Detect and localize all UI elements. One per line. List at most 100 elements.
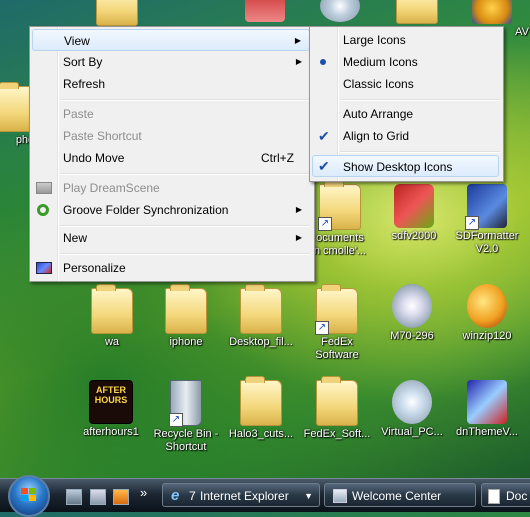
submenu-arrow-icon: ▶ [295, 57, 302, 66]
menu-item-personalize[interactable]: Personalize [32, 257, 310, 279]
folder-icon [240, 284, 282, 334]
chevron-down-icon: ▼ [304, 491, 313, 501]
desktop-icon-label: Virtual_PC... [381, 426, 443, 438]
media-player-icon[interactable] [113, 489, 129, 505]
menu-separator [60, 173, 310, 175]
desktop-icon-top-3[interactable] [303, 0, 377, 24]
av-app-icon [472, 0, 512, 24]
folder-icon [396, 0, 438, 24]
desktop-icon-fedex-software[interactable]: ↗ FedEx Software [300, 284, 374, 362]
switch-windows-icon[interactable] [90, 489, 106, 505]
desktop-icon-desktop-files[interactable]: Desktop_fil... [224, 284, 298, 349]
menu-item-groove-folder-sync[interactable]: Groove Folder Synchronization ▶ [32, 199, 310, 221]
folder-icon [316, 376, 358, 426]
desktop-icon-m70-296[interactable]: M70-296 [375, 284, 449, 343]
menu-item-label: New [63, 231, 88, 245]
menu-item-label: Groove Folder Synchronization [63, 203, 229, 217]
desktop-icon-afterhours1[interactable]: AFTER HOURS afterhours1 [74, 380, 148, 439]
menu-item-paste[interactable]: Paste [32, 103, 310, 125]
submenu-item-medium-icons[interactable]: Medium Icons [312, 51, 499, 73]
folder-icon [96, 0, 138, 26]
virtual-pc-disc-icon [392, 380, 432, 424]
show-desktop-icon[interactable] [66, 489, 82, 505]
taskbar-button-internet-explorer[interactable]: e 7 Internet Explorer ▼ [162, 483, 320, 507]
taskbar-button-label: Internet Explorer [200, 489, 289, 503]
desktop-icon-fedex-soft[interactable]: FedEx_Soft... [300, 376, 374, 441]
menu-item-sort-by[interactable]: Sort By ▶ [32, 51, 310, 73]
taskbar-button-label: Doc [506, 489, 528, 503]
menu-item-paste-shortcut[interactable]: Paste Shortcut [32, 125, 310, 147]
desktop-icon-label: iphone [169, 336, 203, 348]
submenu-arrow-icon: ▶ [294, 36, 301, 45]
dreamscene-icon [36, 182, 52, 194]
desktop-icon-label: wa [104, 336, 120, 348]
menu-item-new[interactable]: New ▶ [32, 227, 310, 249]
recycle-bin-icon: ↗ [169, 380, 202, 427]
menu-item-refresh[interactable]: Refresh [32, 73, 310, 95]
taskbar-button-label: Welcome Center [352, 489, 442, 503]
taskbar-button-doc[interactable]: Doc [481, 483, 530, 507]
menu-item-play-dreamscene[interactable]: Play DreamScene [32, 177, 310, 199]
afterhours-image-icon: AFTER HOURS [89, 380, 133, 424]
menu-separator [60, 253, 310, 255]
submenu-item-show-desktop-icons[interactable]: ✔ Show Desktop Icons [312, 155, 499, 177]
submenu-item-large-icons[interactable]: Large Icons [312, 29, 499, 51]
desktop-icon-halo3[interactable]: Halo3_cuts... [224, 376, 298, 441]
winzip-setup-icon [467, 284, 507, 328]
desktop-icon-virtual-pc[interactable]: Virtual_PC... [375, 380, 449, 439]
menu-item-undo-move[interactable]: Undo Move Ctrl+Z [32, 147, 310, 169]
desktop-icon-recycle-bin[interactable]: ↗ Recycle Bin - Shortcut [149, 380, 223, 454]
menu-item-label: Large Icons [343, 33, 406, 47]
desktop-icon-sdformatter[interactable]: ↗ SDFormatter V2.0 [450, 184, 524, 256]
submenu-item-classic-icons[interactable]: Classic Icons [312, 73, 499, 95]
folder-icon [91, 284, 133, 334]
desktop-icon-label: dnThemeV... [456, 426, 518, 438]
menu-item-label: Align to Grid [343, 129, 410, 143]
menu-item-label: Show Desktop Icons [343, 160, 453, 174]
desktop-icon-label: Desktop_fil... [229, 336, 293, 348]
submenu-arrow-icon: ▶ [295, 205, 302, 214]
windows-logo-icon [21, 488, 37, 502]
desktop-icon-label: FedEx_Soft... [303, 428, 371, 440]
menu-item-label: Play DreamScene [63, 181, 160, 195]
menu-item-view[interactable]: View ▶ [32, 29, 310, 51]
menu-item-label: Refresh [63, 77, 106, 91]
shortcut-arrow-icon: ↗ [169, 413, 183, 427]
m70-296-disc-icon [392, 284, 432, 328]
checkmark-icon: ✔ [318, 158, 330, 174]
dntheme-app-icon [467, 380, 507, 424]
menu-item-shortcut: Ctrl+Z [261, 151, 294, 165]
folder-icon [240, 376, 282, 426]
view-submenu: Large Icons Medium Icons Classic Icons A… [309, 26, 504, 182]
desktop-icon-iphone[interactable]: iphone [149, 284, 223, 349]
menu-separator [340, 99, 500, 101]
desktop-icon-label: Halo3_cuts... [228, 428, 294, 440]
shortcut-arrow-icon: ↗ [465, 216, 479, 230]
submenu-arrow-icon: ▶ [295, 233, 302, 242]
submenu-item-align-to-grid[interactable]: ✔ Align to Grid [312, 125, 499, 147]
desktop-icon-label: SDFormatter V2.0 [455, 230, 519, 255]
desktop-icon-label: winzip120 [462, 330, 512, 342]
desktop-icon-dnthemev[interactable]: dnThemeV... [450, 380, 524, 439]
desktop-icon-label: afterhours1 [83, 426, 139, 438]
taskbar-button-welcome-center[interactable]: Welcome Center [324, 483, 476, 507]
desktop-icon-top-4[interactable] [380, 0, 454, 26]
personalize-icon [36, 262, 52, 274]
sdformatter-app-icon: ↗ [465, 184, 507, 230]
menu-separator [60, 99, 310, 101]
folder-icon: ↗ [315, 284, 358, 335]
desktop-icon-winzip120[interactable]: winzip120 [450, 284, 524, 343]
menu-item-label: Paste Shortcut [63, 129, 142, 143]
desktop-icon-top-2[interactable] [228, 0, 302, 24]
menu-item-label: Paste [63, 107, 94, 121]
folder-icon [165, 284, 207, 334]
desktop-icon-sdfv2000[interactable]: sdfv2000 [377, 184, 451, 243]
menu-item-label: Medium Icons [343, 55, 418, 69]
menu-item-label: Personalize [63, 261, 126, 275]
desktop-icon-label: sdfv2000 [391, 230, 437, 242]
quick-launch-overflow-button[interactable]: » [140, 485, 147, 500]
desktop-icon-top-1[interactable] [80, 0, 154, 28]
disc-icon [320, 0, 360, 22]
desktop-icon-wa[interactable]: wa [75, 284, 149, 349]
submenu-item-auto-arrange[interactable]: Auto Arrange [312, 103, 499, 125]
